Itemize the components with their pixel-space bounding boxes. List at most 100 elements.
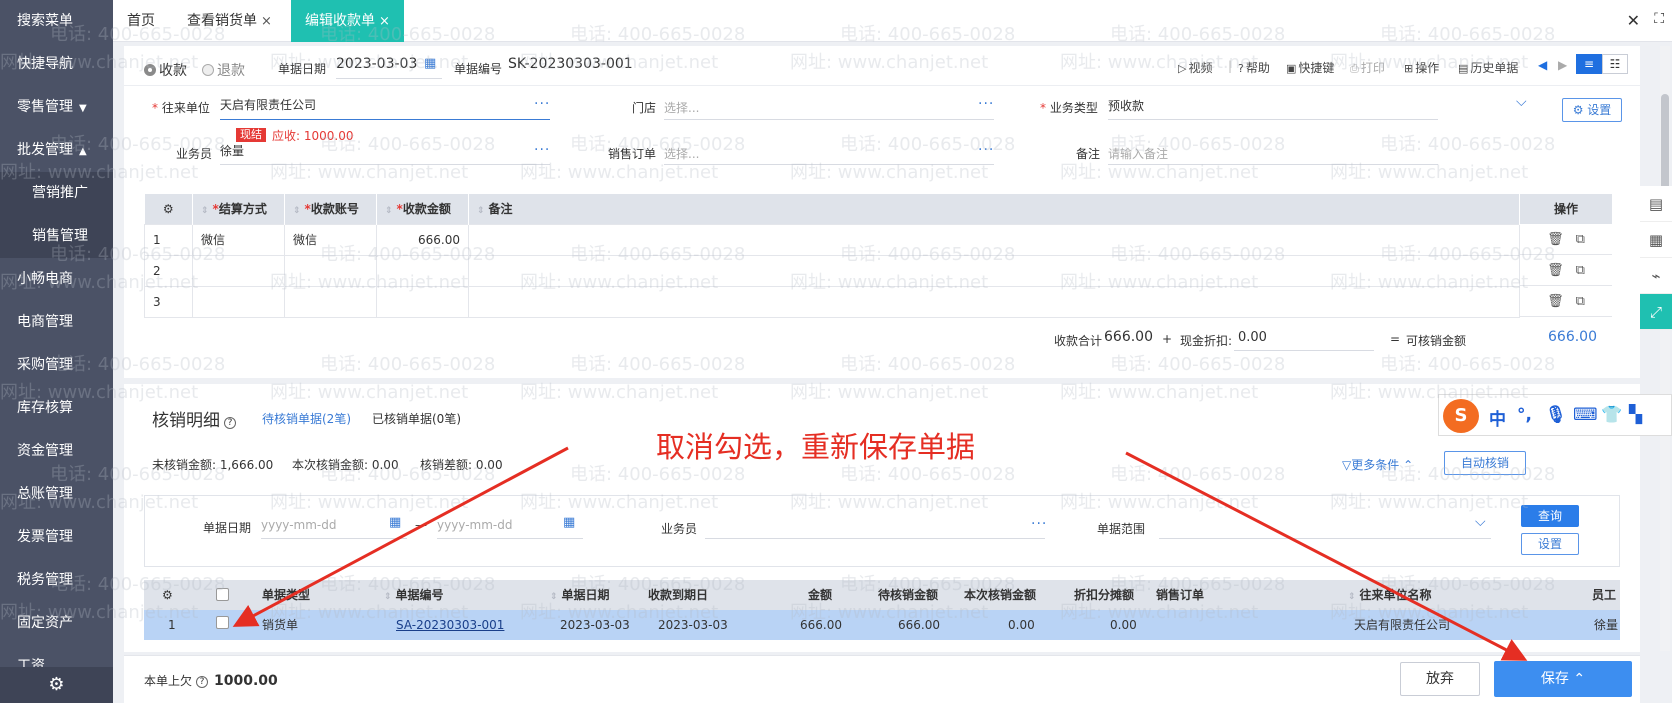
chevron-down-icon[interactable]: ⌵ bbox=[1516, 94, 1527, 110]
tab-edit-receipt[interactable]: 编辑收款单 × bbox=[291, 0, 404, 42]
gear-icon[interactable]: ⚙ bbox=[0, 667, 113, 703]
close-icon[interactable]: × bbox=[261, 14, 272, 29]
column-header[interactable]: ⇕ 往来单位名称 bbox=[1348, 580, 1432, 610]
cell-amount[interactable]: 666.00 bbox=[376, 223, 469, 256]
expand-icon[interactable]: ⤢ bbox=[1640, 294, 1672, 330]
table-row[interactable]: 2 bbox=[144, 254, 1520, 287]
tab-home[interactable]: 首页 bbox=[113, 0, 169, 42]
next-doc-icon[interactable]: ▶ bbox=[1558, 58, 1567, 72]
table-row[interactable]: 1 微信 微信 666.00 bbox=[144, 223, 1520, 256]
sidebar-item-purchase[interactable]: 采购管理 bbox=[0, 344, 113, 387]
column-header[interactable]: 待核销金额 bbox=[878, 580, 938, 610]
column-header[interactable]: 员工 bbox=[1592, 580, 1616, 610]
more-icon[interactable]: ··· bbox=[1031, 516, 1047, 532]
column-settings-icon[interactable]: ⚙ bbox=[144, 194, 193, 224]
sidebar-item-ecom[interactable]: 电商管理 bbox=[0, 301, 113, 344]
doc-number-link[interactable]: SA-20230303-001 bbox=[396, 610, 504, 640]
salesman-input[interactable]: 徐量 bbox=[220, 142, 244, 159]
cell-remark[interactable] bbox=[468, 254, 1520, 287]
save-button[interactable]: 保存 ⌃ bbox=[1494, 661, 1632, 697]
auto-verify-button[interactable]: 自动核销 bbox=[1444, 451, 1526, 475]
calendar-icon[interactable]: ▦ bbox=[424, 56, 436, 71]
help-button[interactable]: ? 帮助 bbox=[1238, 59, 1270, 76]
chinese-mode-icon[interactable]: 中 bbox=[1489, 405, 1506, 430]
sidebar-item-marketing[interactable]: 营销推广 bbox=[0, 172, 113, 215]
more-icon[interactable]: ··· bbox=[534, 96, 550, 112]
copy-icon[interactable]: ⧉ bbox=[1576, 294, 1585, 309]
sogou-logo-icon[interactable]: S bbox=[1443, 399, 1479, 433]
sidebar-item-invoice[interactable]: 发票管理 bbox=[0, 516, 113, 559]
more-icon[interactable]: ··· bbox=[534, 142, 550, 158]
settings-button[interactable]: ⚙ 设置 bbox=[1562, 98, 1622, 122]
cell-this-time[interactable]: 0.00 bbox=[1008, 610, 1035, 640]
more-icon[interactable]: ··· bbox=[978, 142, 994, 158]
biz-type-select[interactable]: 预收款 bbox=[1108, 97, 1144, 114]
query-button[interactable]: 查询 bbox=[1521, 505, 1579, 527]
column-header[interactable]: 本次核销金额 bbox=[964, 580, 1036, 610]
column-header[interactable]: 销售订单 bbox=[1156, 580, 1204, 610]
history-button[interactable]: ▤ 历史单据 bbox=[1458, 59, 1518, 76]
punctuation-icon[interactable]: °, bbox=[1517, 405, 1532, 425]
tab-verified-docs[interactable]: 已核销单据(0笔) bbox=[372, 410, 461, 427]
attachment-icon[interactable]: ⌁ bbox=[1640, 258, 1672, 294]
sidebar-item-inventory[interactable]: 库存核算 bbox=[0, 387, 113, 430]
close-all-icon[interactable]: ✕ bbox=[1627, 11, 1640, 30]
radio-refund[interactable]: 退款 bbox=[202, 60, 245, 80]
sales-order-select[interactable]: 选择... bbox=[664, 145, 699, 162]
sidebar-item-xiaochang-ecom[interactable]: 小畅电商 bbox=[0, 258, 113, 301]
date-end-input[interactable]: yyyy-mm-dd bbox=[437, 518, 512, 532]
keyboard-icon[interactable]: ⌨ bbox=[1573, 405, 1598, 425]
template-icon[interactable]: ▦ bbox=[1640, 222, 1672, 258]
sidebar-item-funds[interactable]: 资金管理 bbox=[0, 430, 113, 473]
row-checkbox[interactable] bbox=[216, 616, 229, 629]
sidebar-item-retail[interactable]: 零售管理 ▼ bbox=[0, 86, 113, 129]
calendar-icon[interactable]: ▦ bbox=[389, 515, 401, 530]
sidebar-item-fixed-assets[interactable]: 固定资产 bbox=[0, 602, 113, 645]
cell-account[interactable] bbox=[284, 254, 377, 287]
discount-input[interactable]: 0.00 bbox=[1238, 330, 1267, 345]
remark-input[interactable]: 请输入备注 bbox=[1108, 145, 1168, 162]
select-all-checkbox[interactable] bbox=[216, 588, 229, 601]
date-start-input[interactable]: yyyy-mm-dd bbox=[261, 518, 336, 532]
cell-remark[interactable] bbox=[468, 285, 1520, 318]
copy-icon[interactable]: ⧉ bbox=[1576, 263, 1585, 278]
help-icon[interactable]: ? bbox=[224, 417, 236, 429]
skin-icon[interactable]: 👕 bbox=[1601, 405, 1622, 425]
sidebar-item-ledger[interactable]: 总账管理 bbox=[0, 473, 113, 516]
sidebar-item-sales[interactable]: 销售管理 bbox=[0, 215, 113, 258]
more-icon[interactable]: ··· bbox=[978, 96, 994, 112]
table-row[interactable]: 1 销货单 SA-20230303-001 2023-03-03 2023-03… bbox=[144, 610, 1620, 640]
sidebar-item-tax[interactable]: 税务管理 bbox=[0, 559, 113, 602]
more-conditions-toggle[interactable]: ▽更多条件 ⌃ bbox=[1342, 456, 1413, 473]
column-header[interactable]: 单据类型 bbox=[262, 580, 310, 610]
trash-icon[interactable]: 🗑 bbox=[1547, 294, 1564, 309]
fullscreen-icon[interactable]: ⛶ bbox=[1654, 11, 1664, 27]
column-header[interactable]: 收款到期日 bbox=[648, 580, 708, 610]
cell-amount[interactable] bbox=[376, 285, 469, 318]
tab-pending-docs[interactable]: 待核销单据(2笔) bbox=[262, 410, 351, 427]
radio-receive[interactable]: 收款 bbox=[144, 60, 187, 80]
column-header[interactable]: ⇕ 备注 bbox=[468, 194, 1520, 224]
column-settings-icon[interactable]: ⚙ bbox=[162, 580, 173, 610]
prev-doc-icon[interactable]: ◀ bbox=[1538, 58, 1547, 72]
column-header[interactable]: ⇕ *结算方式 bbox=[192, 194, 285, 224]
help-icon[interactable]: ? bbox=[196, 676, 209, 688]
column-header[interactable]: ⇕ 单据日期 bbox=[550, 580, 610, 610]
cell-method[interactable] bbox=[192, 254, 285, 287]
store-select[interactable]: 选择... bbox=[664, 99, 699, 116]
column-header[interactable]: 折扣分摊额 bbox=[1074, 580, 1134, 610]
column-header[interactable]: ⇕ *收款金额 bbox=[376, 194, 469, 224]
column-header[interactable]: ⇕ 单据编号 bbox=[384, 580, 444, 610]
shortcut-button[interactable]: ▣ 快捷键 bbox=[1286, 59, 1334, 76]
card-view-icon[interactable]: ☷ bbox=[1602, 54, 1628, 74]
copy-icon[interactable]: ⧉ bbox=[1576, 232, 1585, 247]
sidebar-item-search-menu[interactable]: 搜索菜单 bbox=[0, 0, 113, 43]
table-row[interactable]: 3 bbox=[144, 285, 1520, 318]
operate-button[interactable]: ⊞ 操作 bbox=[1404, 59, 1439, 76]
trash-icon[interactable]: 🗑 bbox=[1547, 263, 1564, 278]
toolbox-icon[interactable]: ▚ bbox=[1629, 405, 1642, 425]
calendar-icon[interactable]: ▦ bbox=[563, 515, 575, 530]
column-header[interactable]: 金额 bbox=[808, 580, 832, 610]
list-view-icon[interactable]: ≡ bbox=[1576, 54, 1602, 74]
page-scrollbar[interactable] bbox=[1660, 46, 1670, 651]
